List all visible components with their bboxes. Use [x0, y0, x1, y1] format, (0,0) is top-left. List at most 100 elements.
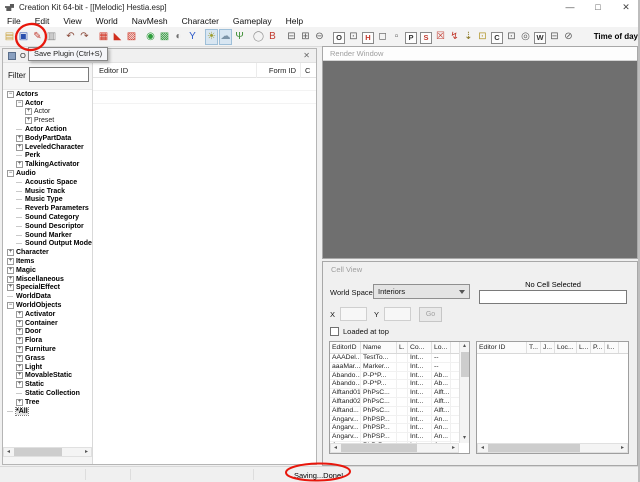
- toggle-sky-icon[interactable]: ☁: [219, 29, 232, 45]
- scroll-left-icon[interactable]: ◂: [4, 448, 13, 456]
- maximize-icon[interactable]: □: [584, 0, 612, 15]
- expand-icon[interactable]: +: [7, 267, 14, 274]
- collapse-icon[interactable]: −: [7, 170, 14, 177]
- window-cascade-icon[interactable]: ⊟: [285, 29, 298, 45]
- tree-item-preset[interactable]: +Preset: [3, 116, 92, 125]
- light-box-icon[interactable]: ⊡: [476, 29, 489, 45]
- tree-item-sound-descriptor[interactable]: Sound Descriptor: [3, 222, 92, 231]
- cell-list-vertical-scrollbar[interactable]: ▴ ▾: [459, 342, 469, 443]
- scroll-right-icon[interactable]: ▸: [82, 448, 91, 456]
- window-minimize-all-icon[interactable]: ⊖: [313, 29, 326, 45]
- object-window-close-icon[interactable]: ✕: [303, 51, 310, 60]
- scrollbar-thumb[interactable]: [14, 448, 62, 456]
- snap-to-grid-icon[interactable]: ▦: [97, 29, 110, 45]
- scroll-up-icon[interactable]: ▴: [460, 342, 470, 351]
- tree-item-static[interactable]: +Static: [3, 380, 92, 389]
- tree-item-tree[interactable]: +Tree: [3, 398, 92, 407]
- column-header-co[interactable]: Co...: [408, 342, 432, 353]
- column-header-l[interactable]: L...: [577, 342, 591, 353]
- scrollbar-track[interactable]: [340, 444, 449, 452]
- table-row[interactable]: Angarv...PhPSP...Int...An...: [330, 433, 459, 442]
- expand-icon[interactable]: +: [7, 258, 14, 265]
- movement-window-icon[interactable]: ⊡: [347, 29, 360, 45]
- menu-item-file[interactable]: File: [0, 15, 28, 27]
- scrollbar-thumb[interactable]: [488, 444, 580, 452]
- scrollbar-track[interactable]: [13, 448, 82, 456]
- expand-icon[interactable]: +: [16, 161, 23, 168]
- toggle-grass-icon[interactable]: Ψ: [233, 29, 246, 45]
- expand-icon[interactable]: +: [16, 381, 23, 388]
- column-header-editorid[interactable]: EditorID: [330, 342, 361, 353]
- scrollbar-thumb[interactable]: [461, 352, 469, 377]
- column-header-name[interactable]: Name: [361, 342, 397, 353]
- expand-icon[interactable]: +: [25, 108, 32, 115]
- column-header-j[interactable]: J...: [541, 342, 555, 353]
- close-icon[interactable]: ✕: [612, 0, 640, 15]
- column-header-loc[interactable]: Loc...: [555, 342, 577, 353]
- scroll-right-icon[interactable]: ▸: [449, 444, 458, 452]
- collapse-icon[interactable]: −: [7, 91, 14, 98]
- expand-icon[interactable]: +: [16, 355, 23, 362]
- render-window-titlebar[interactable]: Render Window: [323, 47, 637, 61]
- x-input[interactable]: [340, 307, 367, 321]
- room-marker-icon[interactable]: S: [420, 32, 432, 44]
- menu-item-view[interactable]: View: [56, 15, 88, 27]
- tree-item-character[interactable]: +Character: [3, 248, 92, 257]
- tree-item-music-type[interactable]: Music Type: [3, 196, 92, 205]
- table-row[interactable]: aaaMar...Marker...Int...--: [330, 363, 459, 372]
- tree-item-perk[interactable]: Perk: [3, 152, 92, 161]
- snap-to-connect-points-icon[interactable]: ▨: [125, 29, 138, 45]
- expand-icon[interactable]: +: [7, 284, 14, 291]
- scroll-right-icon[interactable]: ▸: [618, 444, 627, 452]
- scrollbar-track[interactable]: [487, 444, 618, 452]
- tree-item-music-track[interactable]: Music Track: [3, 187, 92, 196]
- save-plugin-icon[interactable]: ▣: [17, 29, 30, 45]
- tree-item-specialeffect[interactable]: +SpecialEffect: [3, 284, 92, 293]
- tree-item-container[interactable]: +Container: [3, 319, 92, 328]
- preferences-icon[interactable]: ▥: [45, 29, 58, 45]
- expand-icon[interactable]: +: [16, 144, 23, 151]
- tree-item-light[interactable]: +Light: [3, 363, 92, 372]
- selected-cell-input[interactable]: [479, 290, 627, 304]
- scroll-down-icon[interactable]: ▾: [460, 434, 470, 443]
- column-header-i[interactable]: I...: [605, 342, 619, 353]
- window2-icon[interactable]: ⊡: [505, 29, 518, 45]
- table-row[interactable]: AAADel...TestTo...Int...--: [330, 354, 459, 363]
- world-space-select[interactable]: Interiors: [373, 284, 470, 299]
- column-header-t[interactable]: T...: [527, 342, 541, 353]
- table-row[interactable]: Abando...P-P*P...Int...Ab...: [330, 380, 459, 389]
- filter-input[interactable]: [29, 67, 89, 82]
- expand-icon[interactable]: +: [25, 117, 32, 124]
- light-picker-icon[interactable]: ◐: [172, 29, 185, 45]
- table-row[interactable]: Abando...P-P*P...Int...Ab...: [330, 372, 459, 381]
- menu-item-gameplay[interactable]: Gameplay: [226, 15, 279, 27]
- snap-to-angle-icon[interactable]: ◣: [111, 29, 124, 45]
- world-spaces-icon[interactable]: ◉: [144, 29, 157, 45]
- table-row[interactable]: Alftand01PhPsC...Int...Alft...: [330, 389, 459, 398]
- menu-item-world[interactable]: World: [89, 15, 125, 27]
- tree-item-static-collection[interactable]: Static Collection: [3, 389, 92, 398]
- tree-item-audio[interactable]: −Audio: [3, 169, 92, 178]
- tree-item-actor-action[interactable]: Actor Action: [3, 125, 92, 134]
- run-havok-sim-icon[interactable]: Y: [186, 29, 199, 45]
- column-header-l[interactable]: L.: [397, 342, 408, 353]
- small-window-icon[interactable]: ▫: [390, 29, 403, 45]
- scroll-left-icon[interactable]: ◂: [478, 444, 487, 452]
- export-dialogue-icon[interactable]: B: [266, 29, 279, 45]
- table-row[interactable]: Alftand02PhPsC...Int...Alft...: [330, 398, 459, 407]
- collapse-icon[interactable]: −: [7, 302, 14, 309]
- minimize-icon[interactable]: —: [556, 0, 584, 15]
- redo-icon[interactable]: ↷: [78, 29, 91, 45]
- y-input[interactable]: [384, 307, 411, 321]
- tree-item-reverb-parameters[interactable]: Reverb Parameters: [3, 204, 92, 213]
- tree-item-leveledcharacter[interactable]: +LeveledCharacter: [3, 143, 92, 152]
- toggle-lights-icon[interactable]: ☀: [205, 29, 218, 45]
- sphere-icon[interactable]: ◎: [519, 29, 532, 45]
- drop-marker-icon[interactable]: ⇣: [462, 29, 475, 45]
- cell-list-horizontal-scrollbar[interactable]: ◂ ▸: [330, 443, 459, 453]
- column-header-editor-id[interactable]: Editor ID: [93, 66, 256, 75]
- tree-horizontal-scrollbar[interactable]: ◂ ▸: [3, 447, 92, 457]
- height-editing-icon[interactable]: H: [362, 32, 374, 44]
- window-tile-icon[interactable]: ⊞: [299, 29, 312, 45]
- tree-item-flora[interactable]: +Flora: [3, 336, 92, 345]
